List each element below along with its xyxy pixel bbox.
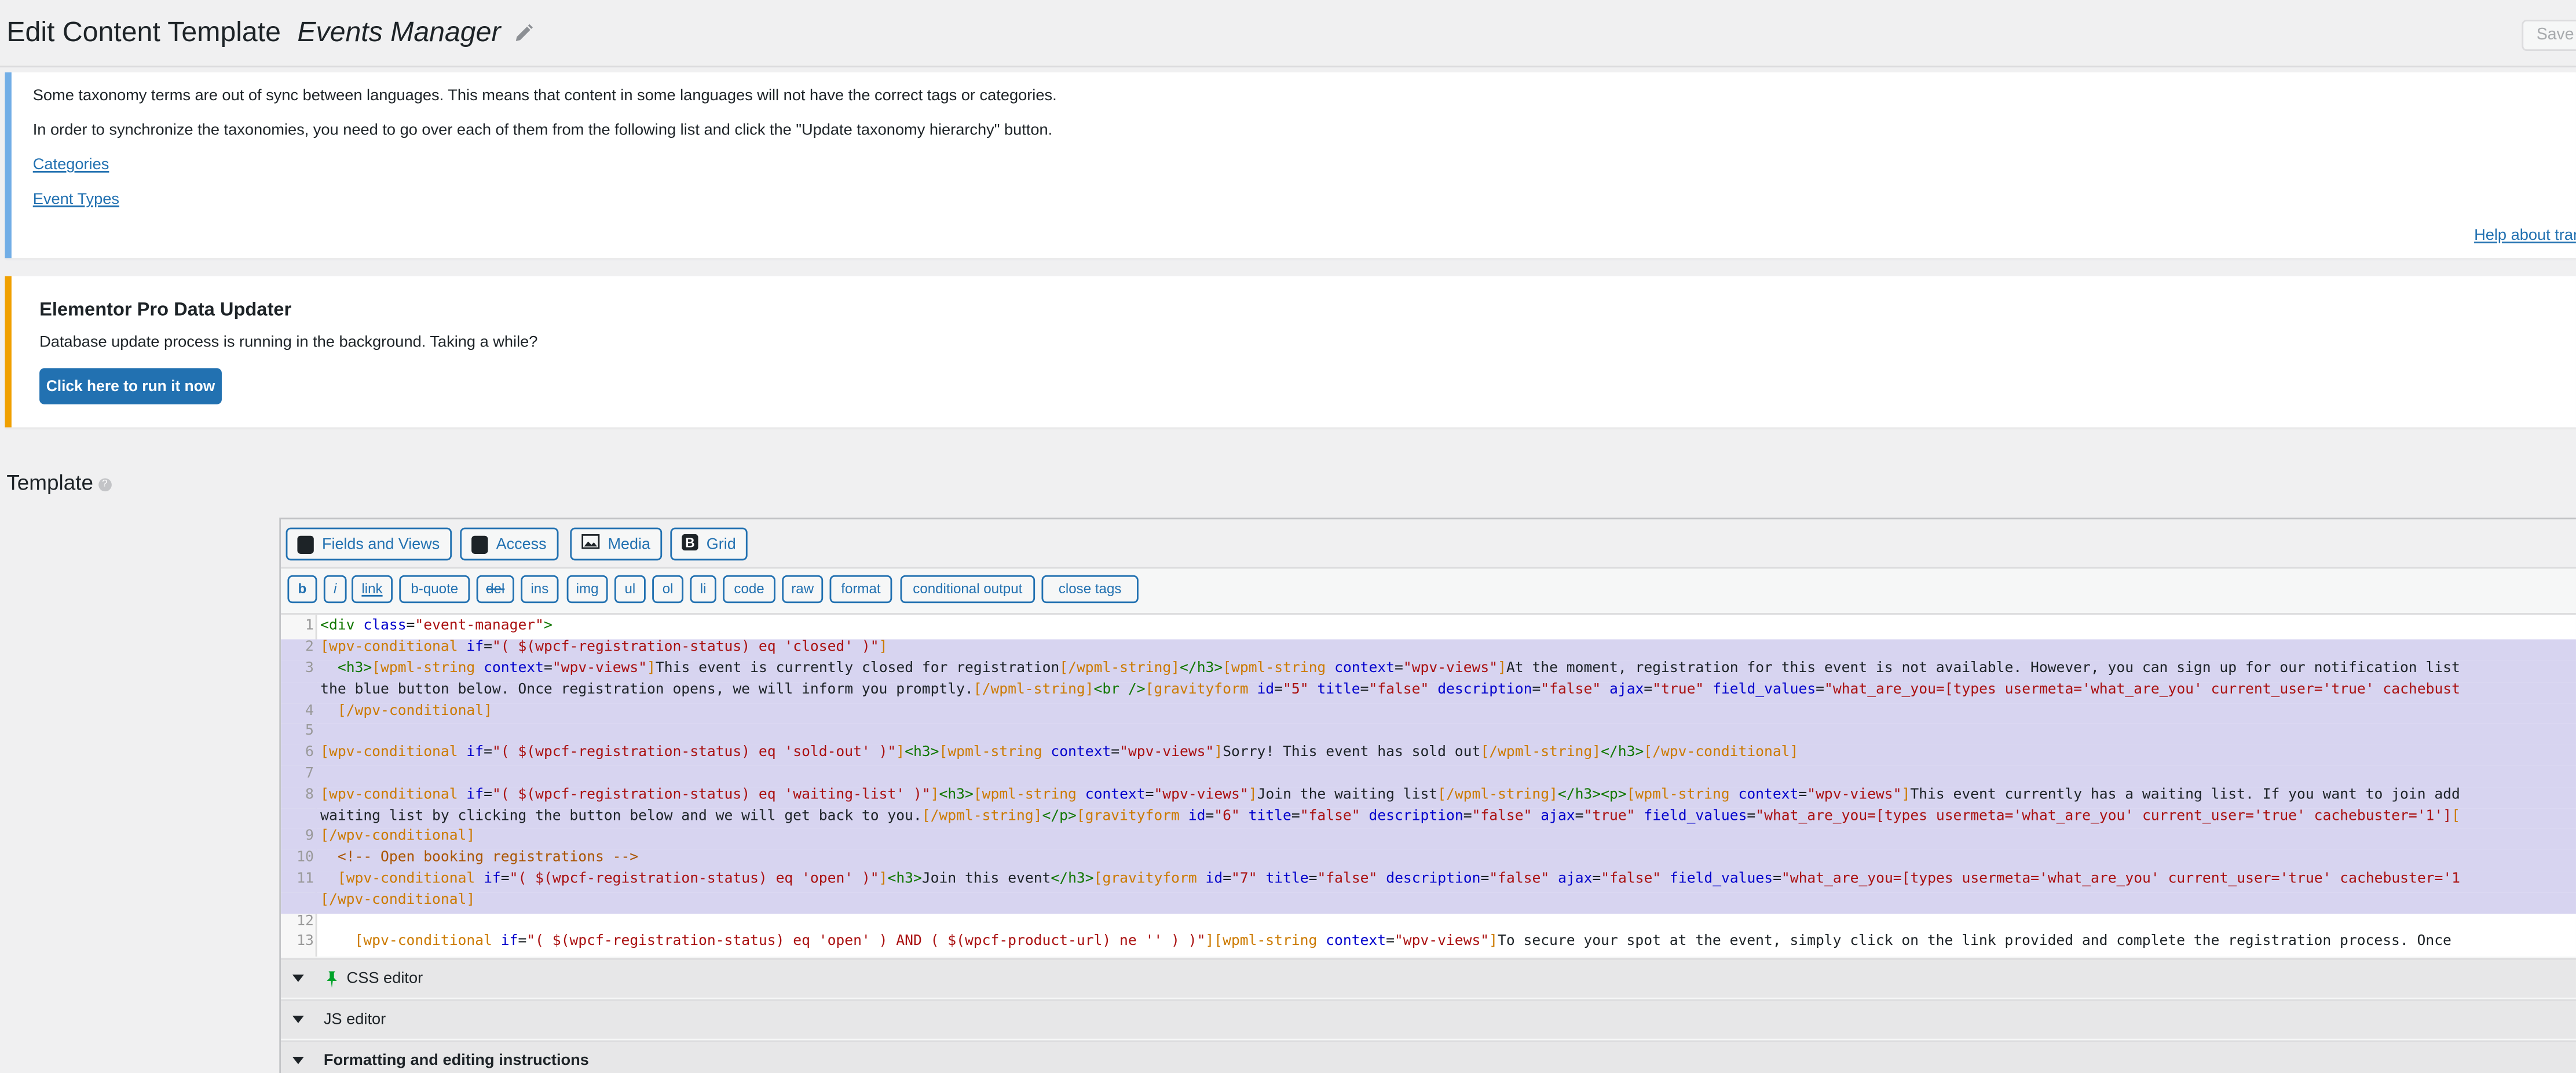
- title-bar: Edit Content Template Events Manager Sav…: [0, 0, 2576, 68]
- css-editor-label: CSS editor: [346, 969, 423, 988]
- code-text: [/wpv-conditional]: [320, 892, 475, 909]
- notice-text: Database update process is running in th…: [39, 333, 538, 352]
- line-number: 8: [305, 787, 314, 804]
- elementor-updater-notice: Elementor Pro Data Updater Database upda…: [5, 276, 2576, 428]
- access-button[interactable]: Access: [460, 527, 558, 561]
- line-number: 5: [305, 724, 314, 740]
- line-number: 11: [297, 871, 314, 888]
- save-button[interactable]: Save t: [2522, 20, 2576, 51]
- fields-and-views-button[interactable]: Fields and Views: [286, 527, 452, 561]
- notice-title: Elementor Pro Data Updater: [39, 301, 292, 321]
- code-editor[interactable]: 1 <div class="event-manager"> 2 [wpv-condi…: [281, 613, 2576, 957]
- code-text: [wpv-conditional if="( $(wpcf-registrati…: [354, 934, 2451, 951]
- media-icon: [581, 534, 600, 554]
- line-number: 9: [305, 829, 314, 846]
- css-editor-panel[interactable]: CSS editor: [281, 958, 2576, 998]
- code-text: waiting list by clicking the button belo…: [320, 808, 2460, 824]
- quicktag-conditional-output[interactable]: conditional output: [900, 575, 1035, 604]
- access-icon: [471, 535, 488, 553]
- quicktag-format[interactable]: format: [829, 575, 892, 604]
- categories-link[interactable]: Categories: [33, 156, 109, 174]
- code-text: <div class="event-manager">: [320, 618, 552, 634]
- quicktag-close-tags[interactable]: close tags: [1041, 575, 1139, 604]
- editor-toolbar: Fields and Views Access Media B Grid: [281, 519, 2576, 569]
- edit-content-template-page: Edit Content Template Events Manager Sav…: [0, 0, 2576, 1073]
- grid-label: Grid: [706, 535, 736, 553]
- code-text: the blue button below. Once registration…: [320, 681, 2460, 699]
- quicktag-del[interactable]: del: [476, 575, 514, 604]
- run-updater-button[interactable]: Click here to run it now: [39, 368, 222, 404]
- chevron-down-icon[interactable]: [291, 972, 304, 986]
- wpml-taxonomy-notice: Some taxonomy terms are out of sync betw…: [5, 72, 2576, 258]
- code-text: [wpv-conditional if="( $(wpcf-registrati…: [337, 871, 2461, 888]
- grid-icon: B: [682, 533, 698, 555]
- quicktag-b-quote[interactable]: b-quote: [399, 575, 470, 604]
- chevron-down-icon[interactable]: [291, 1013, 304, 1027]
- chevron-down-icon[interactable]: [291, 1054, 304, 1068]
- code-text: [wpv-conditional if="( $(wpcf-registrati…: [320, 744, 1799, 761]
- quicktag-ul[interactable]: ul: [614, 575, 646, 604]
- line-number: 10: [297, 850, 314, 867]
- line-number: 2: [305, 639, 314, 656]
- formatting-instructions-panel[interactable]: Formatting and editing instructions: [281, 1040, 2576, 1073]
- pin-icon: [324, 970, 340, 987]
- notice-line-1: Some taxonomy terms are out of sync betw…: [32, 87, 1057, 105]
- help-icon[interactable]: ?: [98, 477, 112, 491]
- notice-line-2: In order to synchronize the taxonomies, …: [32, 121, 1053, 140]
- svg-text:B: B: [685, 534, 694, 549]
- section-title: Template: [6, 470, 93, 495]
- quicktag-i[interactable]: i: [323, 575, 347, 604]
- pencil-icon[interactable]: [512, 22, 533, 43]
- js-editor-label: JS editor: [323, 1010, 386, 1029]
- code-text: [wpv-conditional if="( $(wpcf-registrati…: [320, 639, 888, 656]
- fields-and-views-label: Fields and Views: [321, 535, 440, 553]
- grid-button[interactable]: B Grid: [670, 527, 748, 561]
- formatting-instructions-label: Formatting and editing instructions: [323, 1052, 589, 1070]
- quicktag-ol[interactable]: ol: [652, 575, 684, 604]
- quicktag-li[interactable]: li: [690, 575, 716, 604]
- code-text: <!-- Open booking registrations -->: [337, 850, 639, 867]
- template-name[interactable]: Events Manager: [297, 16, 500, 49]
- event-types-link[interactable]: Event Types: [33, 191, 119, 209]
- code-text: [wpv-conditional if="( $(wpcf-registrati…: [320, 787, 2460, 804]
- media-label: Media: [608, 535, 650, 553]
- quicktag-link[interactable]: link: [352, 575, 393, 604]
- template-editor: Fields and Views Access Media B Grid b i…: [279, 517, 2576, 1073]
- template-section-heading: Template?: [6, 470, 112, 495]
- line-number: 7: [305, 765, 314, 783]
- page-title: Edit Content Template: [6, 16, 281, 48]
- access-label: Access: [496, 535, 547, 553]
- quicktag-b[interactable]: b: [287, 575, 317, 604]
- line-number: 6: [305, 744, 314, 761]
- line-number: 13: [297, 934, 314, 951]
- help-translation-link[interactable]: Help about tran: [2474, 227, 2576, 244]
- quicktag-ins[interactable]: ins: [521, 575, 559, 604]
- line-number: 3: [305, 660, 314, 677]
- fields-views-icon: [297, 535, 314, 553]
- line-number: 12: [297, 913, 314, 930]
- quicktag-raw[interactable]: raw: [782, 575, 824, 604]
- quicktag-code[interactable]: code: [723, 575, 775, 604]
- media-button[interactable]: Media: [570, 527, 662, 561]
- code-text: [/wpv-conditional]: [320, 829, 475, 846]
- js-editor-panel[interactable]: JS editor: [281, 999, 2576, 1039]
- code-text: [/wpv-conditional]: [337, 702, 492, 720]
- line-number: 1: [305, 618, 314, 634]
- quicktag-img[interactable]: img: [566, 575, 608, 604]
- line-number: 4: [305, 702, 314, 720]
- code-text: <h3>[wpml-string context="wpv-views"]Thi…: [337, 660, 2460, 677]
